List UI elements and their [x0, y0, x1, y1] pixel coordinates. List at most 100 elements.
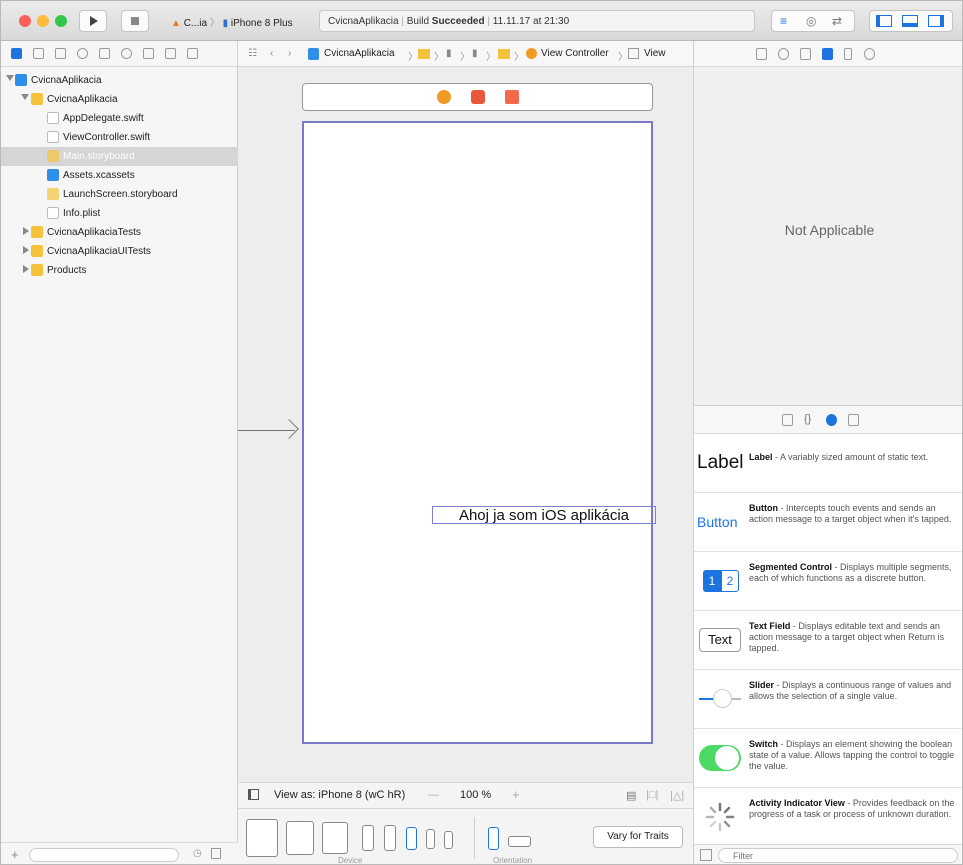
portrait-orientation-icon[interactable]: [488, 827, 499, 850]
device-ipad-pro-12-icon[interactable]: [246, 819, 278, 857]
tree-item-main-storyboard[interactable]: Main.storyboard: [1, 147, 238, 166]
view-controller-scene[interactable]: Ahoj ja som iOS aplikácia: [302, 121, 656, 744]
standard-editor-icon[interactable]: ≡: [780, 14, 787, 28]
recent-files-icon[interactable]: ◷: [193, 848, 202, 859]
library-filter-input[interactable]: [718, 848, 958, 863]
tree-item-appdelegate[interactable]: AppDelegate.swift: [1, 109, 238, 128]
test-navigator-icon[interactable]: [121, 48, 132, 59]
utilities-toggle-icon[interactable]: [928, 15, 944, 27]
zoom-window-button[interactable]: [55, 15, 67, 27]
device-iphone-x-icon[interactable]: [362, 825, 374, 851]
storyboard-file-icon[interactable]: ▮: [446, 48, 452, 59]
align-icon[interactable]: |□|: [646, 789, 658, 801]
device-iphone-8-icon[interactable]: [406, 827, 417, 850]
library-item-label[interactable]: Label Label - A variably sized amount of…: [694, 434, 962, 493]
view-controller-icon[interactable]: [437, 90, 451, 104]
tree-item-assets[interactable]: Assets.xcassets: [1, 166, 238, 185]
navigator-toggle-icon[interactable]: [876, 15, 892, 27]
close-window-button[interactable]: [19, 15, 31, 27]
tree-item-launchscreen[interactable]: LaunchScreen.storyboard: [1, 185, 238, 204]
library-item-activity-indicator[interactable]: Activity Indicator View - Provides feedb…: [694, 788, 962, 847]
device-iphone-4s-icon[interactable]: [444, 831, 453, 849]
stop-button[interactable]: [121, 10, 149, 32]
grid-view-icon[interactable]: [700, 849, 712, 861]
folder-icon[interactable]: [418, 49, 430, 59]
disclosure-open-icon[interactable]: [6, 75, 14, 81]
activity-indicator-preview: [697, 800, 743, 834]
text-field-sample: Text: [699, 628, 741, 652]
library-item-segmented-control[interactable]: 1 2 Segmented Control - Displays multipl…: [694, 552, 962, 611]
zoom-in-button[interactable]: +: [512, 787, 520, 802]
project-navigator-icon[interactable]: [11, 48, 22, 59]
device-ipad-icon[interactable]: [322, 822, 348, 854]
file-template-library-icon[interactable]: [782, 414, 793, 426]
related-items-icon[interactable]: ☷: [248, 48, 257, 59]
tree-item-label: ViewController.swift: [63, 132, 151, 143]
device-iphone-8plus-icon[interactable]: [384, 825, 396, 851]
first-responder-icon[interactable]: [471, 90, 485, 104]
disclosure-open-icon[interactable]: [21, 94, 29, 100]
tree-item-project[interactable]: CvicnaAplikacia: [1, 71, 238, 90]
report-navigator-icon[interactable]: [187, 48, 198, 59]
view-toggle-segmented[interactable]: [869, 10, 953, 32]
debug-navigator-icon[interactable]: [143, 48, 154, 59]
navigator-filter-input[interactable]: [29, 848, 179, 862]
file-inspector-icon[interactable]: [756, 48, 767, 60]
identity-inspector-icon[interactable]: [800, 48, 811, 60]
disclosure-closed-icon[interactable]: [23, 227, 29, 235]
breadcrumb-project[interactable]: CvicnaAplikacia: [324, 48, 395, 59]
forward-icon[interactable]: ›: [288, 48, 291, 59]
editor-mode-segmented[interactable]: ≡ ◎ ⇄: [771, 10, 855, 32]
view-as-label[interactable]: View as: iPhone 8 (wC hR): [274, 789, 405, 801]
disclosure-closed-icon[interactable]: [23, 265, 29, 273]
tree-item-tests[interactable]: CvicnaAplikaciaTests: [1, 223, 238, 242]
debug-toggle-icon[interactable]: [902, 15, 918, 27]
document-outline-icon[interactable]: [248, 789, 259, 800]
tree-item-uitests[interactable]: CvicnaAplikaciaUITests: [1, 242, 238, 261]
library-item-switch[interactable]: Switch - Displays an element showing the…: [694, 729, 962, 788]
version-editor-icon[interactable]: ⇄: [832, 14, 842, 28]
source-control-icon[interactable]: [33, 48, 44, 59]
source-control-filter-icon[interactable]: [211, 848, 221, 859]
pin-icon[interactable]: |△|: [670, 789, 684, 802]
scene-icon[interactable]: ▮: [472, 48, 478, 59]
exit-icon[interactable]: [505, 90, 519, 104]
find-navigator-icon[interactable]: [77, 48, 88, 59]
back-icon[interactable]: ‹: [270, 48, 273, 59]
object-library-icon[interactable]: [826, 414, 837, 426]
library-item-button[interactable]: Button Button - Intercepts touch events …: [694, 493, 962, 552]
connections-inspector-icon[interactable]: [864, 48, 875, 60]
tree-item-group[interactable]: CvicnaAplikacia: [1, 90, 238, 109]
add-icon[interactable]: +: [11, 847, 19, 862]
main-label[interactable]: Ahoj ja som iOS aplikácia: [432, 506, 656, 524]
media-library-icon[interactable]: [848, 414, 859, 426]
vary-for-traits-button[interactable]: Vary for Traits: [593, 826, 683, 848]
scheme-selector[interactable]: ▲ C...ia 〉 ▮ iPhone 8 Plus: [171, 14, 293, 29]
breakpoint-navigator-icon[interactable]: [165, 48, 176, 59]
object-library-list: Label Label - A variably sized amount of…: [694, 434, 962, 847]
zoom-out-button[interactable]: —: [428, 789, 439, 801]
quick-help-icon[interactable]: [778, 48, 789, 60]
size-inspector-icon[interactable]: [844, 48, 852, 60]
device-ipad-pro-10-icon[interactable]: [286, 821, 314, 855]
symbol-navigator-icon[interactable]: [55, 48, 66, 59]
assistant-editor-icon[interactable]: ◎: [806, 14, 816, 28]
tree-item-infoplist[interactable]: Info.plist: [1, 204, 238, 223]
attributes-inspector-icon[interactable]: [822, 48, 833, 60]
tree-item-viewcontroller[interactable]: ViewController.swift: [1, 128, 238, 147]
minimize-window-button[interactable]: [37, 15, 49, 27]
breadcrumb-view-controller[interactable]: View Controller: [541, 48, 609, 59]
run-button[interactable]: [79, 10, 107, 32]
library-item-text-field[interactable]: Text Text Field - Displays editable text…: [694, 611, 962, 670]
device-iphone-se-icon[interactable]: [426, 829, 435, 849]
scene-folder-icon[interactable]: [498, 49, 510, 59]
embed-icon[interactable]: ▤: [626, 789, 636, 802]
code-snippet-library-icon[interactable]: {}: [804, 413, 811, 425]
library-item-slider[interactable]: Slider - Displays a continuous range of …: [694, 670, 962, 729]
tree-item-products[interactable]: Products: [1, 261, 238, 280]
landscape-orientation-icon[interactable]: [508, 836, 531, 847]
switch-preview: [697, 741, 743, 775]
issue-navigator-icon[interactable]: [99, 48, 110, 59]
breadcrumb-view[interactable]: View: [644, 48, 666, 59]
disclosure-closed-icon[interactable]: [23, 246, 29, 254]
